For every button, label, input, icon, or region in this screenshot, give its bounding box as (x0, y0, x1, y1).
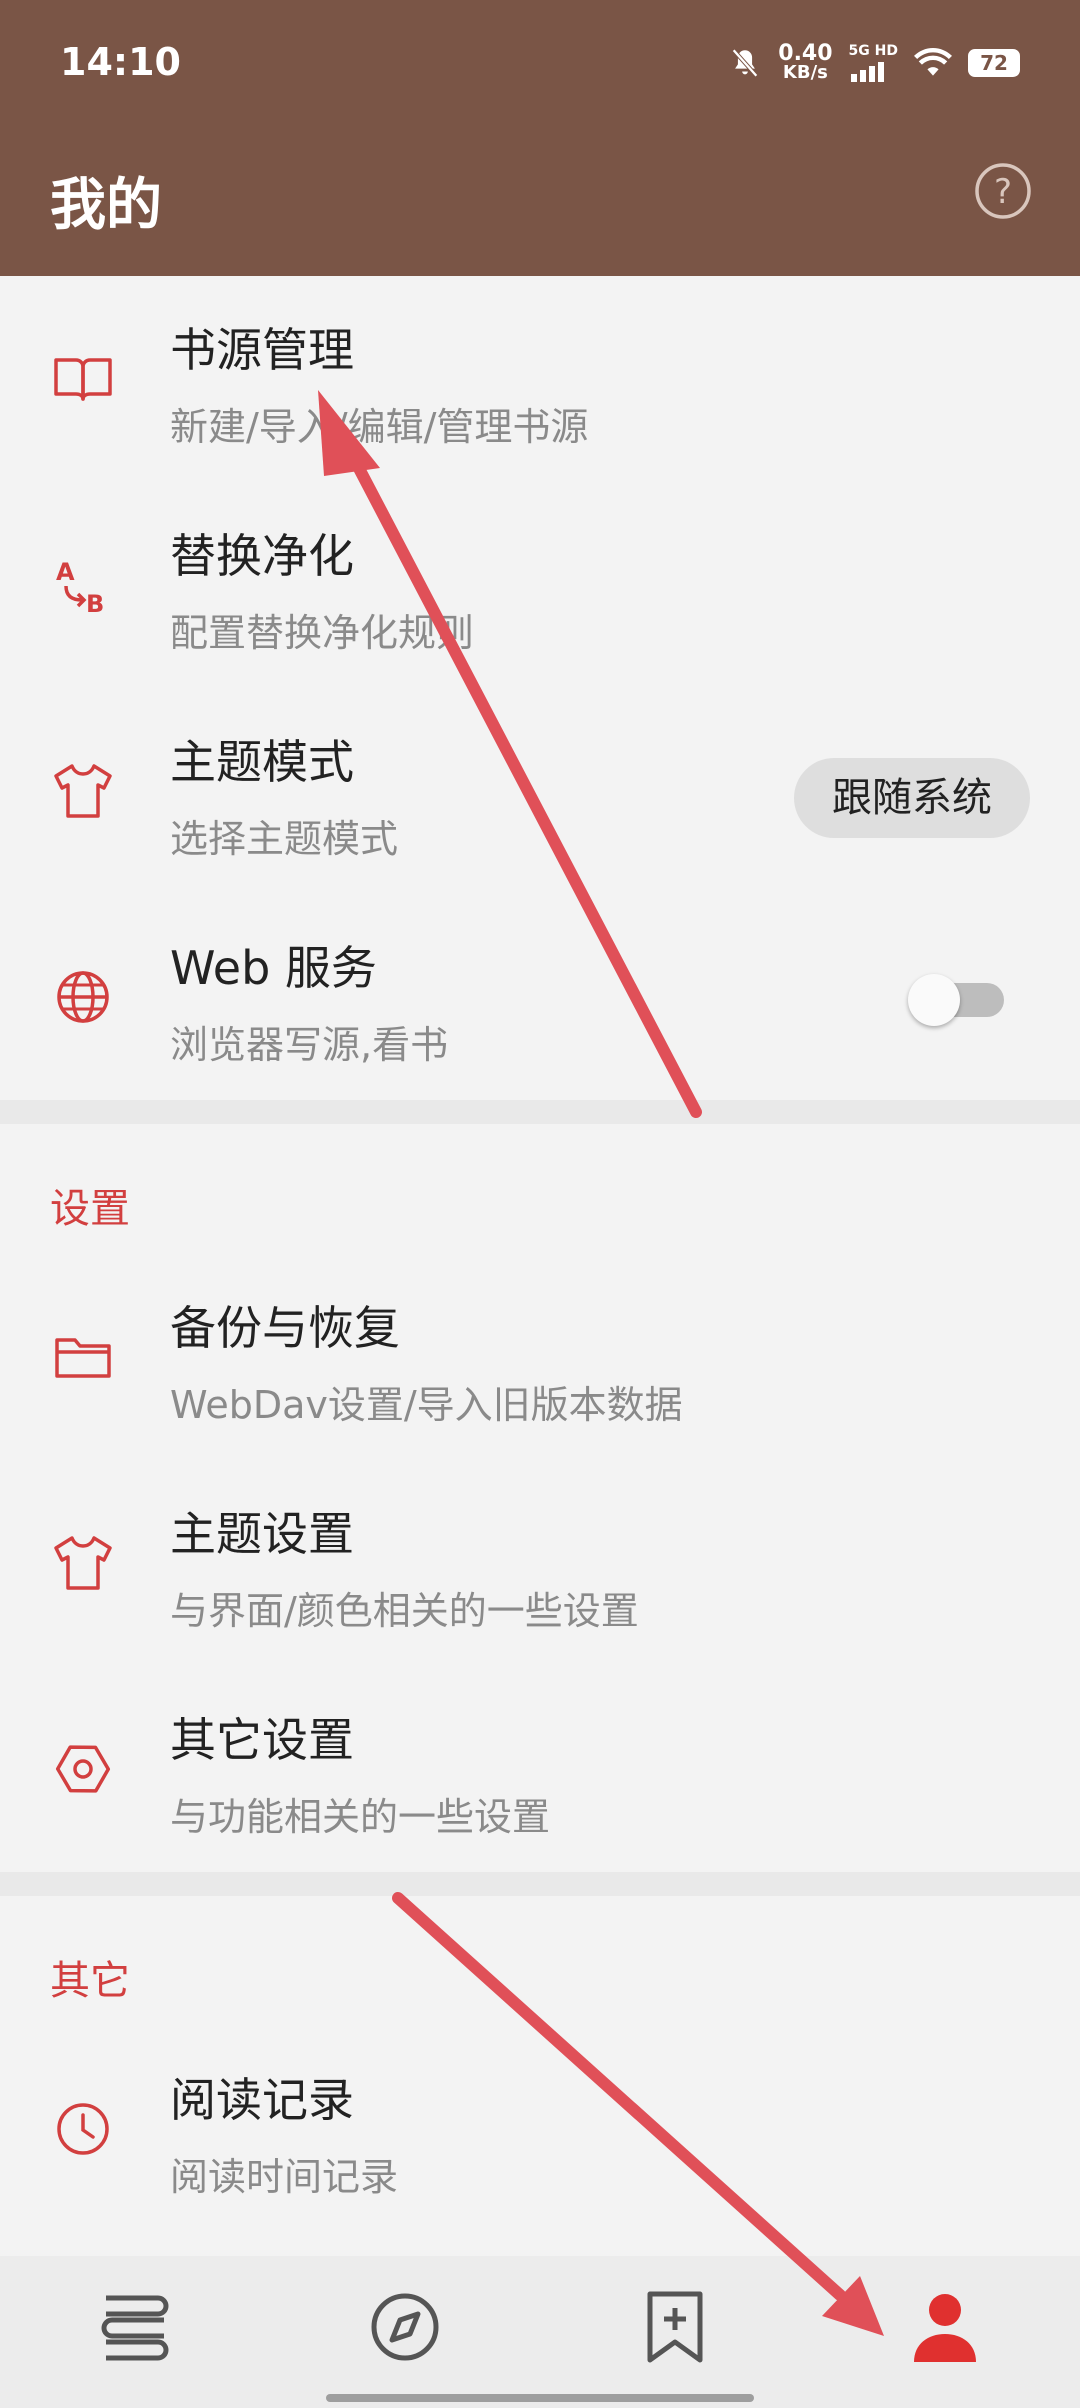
net-speed-unit: KB/s (782, 62, 828, 83)
item-title: 其它设置 (170, 1713, 354, 1767)
item-title: 主题模式 (170, 735, 354, 789)
home-indicator[interactable] (326, 2394, 754, 2402)
status-icons: 0.40 KB/s 5G HD 72 (728, 38, 1020, 88)
toggle-knob (908, 974, 960, 1026)
section-title-other: 其它 (50, 1958, 130, 2004)
signal-group: 5G HD (849, 44, 898, 82)
person-icon[interactable] (902, 2284, 988, 2370)
item-title: Web 服务 (170, 941, 377, 995)
compass-icon[interactable] (362, 2284, 448, 2370)
mute-icon (732, 48, 759, 78)
net-speed-value: 0.40 (778, 41, 833, 66)
signal-icon (850, 62, 884, 82)
book-icon (54, 358, 112, 401)
menu-item-other-settings[interactable]: 其它设置 与功能相关的一些设置 (0, 1666, 1080, 1872)
web-service-toggle[interactable] (908, 974, 1004, 1026)
item-subtitle: 浏览器写源,看书 (170, 1023, 449, 1067)
bookshelf-icon[interactable] (92, 2284, 178, 2370)
item-subtitle: 选择主题模式 (170, 817, 399, 861)
bookmark-add-icon[interactable] (632, 2284, 718, 2370)
status-bar: 14:10 0.40 KB/s 5G HD 72 (0, 0, 1080, 126)
folder-icon (55, 1338, 111, 1378)
section-divider (0, 1100, 1080, 1124)
shirt-icon (54, 764, 112, 818)
item-title: 书源管理 (170, 323, 354, 377)
net-speed: 0.40 KB/s (778, 41, 833, 83)
menu-item-reading-history[interactable]: 阅读记录 阅读时间记录 (0, 2026, 1080, 2232)
shirt-icon (54, 1536, 112, 1590)
help-icon[interactable]: ? (974, 162, 1032, 220)
battery-icon: 72 (968, 49, 1020, 77)
section-divider (0, 1872, 1080, 1896)
item-title: 替换净化 (170, 529, 354, 583)
menu-item-web-service[interactable]: Web 服务 浏览器写源,看书 (0, 894, 1080, 1100)
item-title: 阅读记录 (170, 2073, 354, 2127)
bottom-navigation (0, 2256, 1080, 2408)
item-subtitle: 配置替换净化规则 (170, 611, 475, 655)
item-subtitle: 新建/导入/编辑/管理书源 (170, 405, 589, 449)
menu-item-theme-settings[interactable]: 主题设置 与界面/颜色相关的一些设置 (0, 1460, 1080, 1666)
item-title: 备份与恢复 (170, 1301, 400, 1355)
page-title: 我的 (50, 173, 162, 238)
network-type: 5G HD (848, 43, 898, 59)
section-title-settings: 设置 (50, 1186, 130, 1232)
item-subtitle: 阅读时间记录 (170, 2155, 399, 2199)
theme-mode-value-chip[interactable]: 跟随系统 (794, 758, 1030, 838)
item-subtitle: 与界面/颜色相关的一些设置 (170, 1589, 639, 1633)
menu-item-book-source[interactable]: 书源管理 新建/导入/编辑/管理书源 (0, 276, 1080, 482)
svg-text:?: ? (994, 172, 1012, 212)
menu-item-backup-restore[interactable]: 备份与恢复 WebDav设置/导入旧版本数据 (0, 1254, 1080, 1460)
wifi-icon (914, 48, 952, 76)
replace-ab-icon: A B (56, 558, 104, 618)
svg-text:B: B (86, 590, 104, 618)
menu-item-theme-mode[interactable]: 主题模式 选择主题模式 跟随系统 (0, 688, 1080, 894)
app-bar: 我的 ? (0, 126, 1080, 276)
svg-text:A: A (56, 558, 75, 586)
globe-icon (57, 971, 109, 1023)
item-subtitle: 与功能相关的一些设置 (170, 1795, 551, 1839)
status-time: 14:10 (60, 40, 181, 84)
item-title: 主题设置 (170, 1507, 354, 1561)
clock-icon (57, 2103, 109, 2155)
item-subtitle: WebDav设置/导入旧版本数据 (170, 1383, 683, 1427)
hexagon-settings-icon (55, 1745, 111, 1793)
menu-item-replace-rules[interactable]: A B 替换净化 配置替换净化规则 (0, 482, 1080, 688)
